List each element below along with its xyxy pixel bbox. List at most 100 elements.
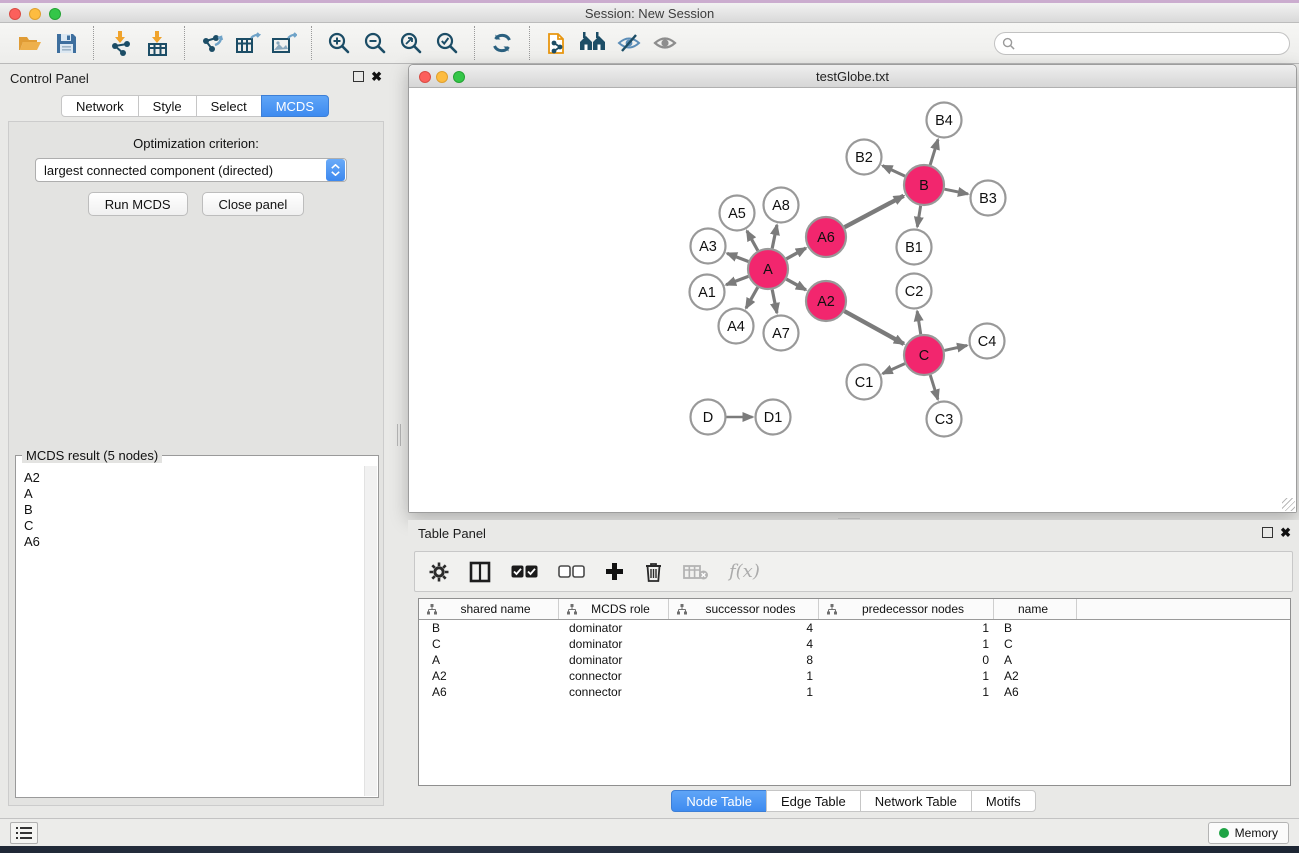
zoom-in-button[interactable]: [321, 26, 357, 60]
mcds-result-item[interactable]: A6: [24, 534, 364, 550]
column-header-MCDS-role[interactable]: MCDS role: [559, 599, 669, 619]
node-B2[interactable]: B2: [847, 140, 882, 175]
zoom-selected-button[interactable]: [429, 26, 465, 60]
edge-C-C2[interactable]: [917, 311, 921, 334]
node-A5[interactable]: A5: [720, 196, 755, 231]
export-network-button[interactable]: [194, 26, 230, 60]
node-B1[interactable]: B1: [897, 230, 932, 265]
mcds-result-item[interactable]: A2: [24, 470, 364, 486]
node-B[interactable]: B: [904, 165, 944, 205]
node-C3[interactable]: C3: [927, 402, 962, 437]
tab-motifs[interactable]: Motifs: [971, 790, 1036, 812]
zoom-fit-button[interactable]: [393, 26, 429, 60]
open-session-button[interactable]: [12, 26, 48, 60]
mcds-result-item[interactable]: B: [24, 502, 364, 518]
node-A[interactable]: A: [748, 249, 788, 289]
select-all-columns-button[interactable]: [511, 557, 538, 587]
task-history-button[interactable]: [10, 822, 38, 844]
close-panel-button[interactable]: Close panel: [202, 192, 305, 216]
node-C1[interactable]: C1: [847, 365, 882, 400]
table-row[interactable]: A2connector11A2: [419, 668, 1290, 684]
mcds-result-item[interactable]: C: [24, 518, 364, 534]
close-table-panel-icon[interactable]: ✖: [1280, 527, 1291, 538]
network-canvas[interactable]: A A1 A2 A3 A4 A5 A6 A7 A8 B B1 B2 B3 B4 C C1 C2 C3 C4 D D1: [409, 88, 1296, 512]
mcds-list-scrollbar[interactable]: [364, 466, 377, 796]
edge-B-B4[interactable]: [930, 140, 938, 165]
column-view-mode-button[interactable]: [469, 557, 491, 587]
edge-A-A4[interactable]: [746, 287, 758, 308]
edge-C-C4[interactable]: [944, 345, 966, 350]
node-table[interactable]: shared nameMCDS rolesuccessor nodesprede…: [418, 598, 1291, 786]
node-B4[interactable]: B4: [927, 103, 962, 138]
mcds-result-list[interactable]: A2ABCA6: [17, 466, 364, 796]
search-field[interactable]: [994, 32, 1290, 55]
node-A7[interactable]: A7: [764, 316, 799, 351]
run-mcds-button[interactable]: Run MCDS: [88, 192, 188, 216]
float-table-panel-icon[interactable]: [1262, 527, 1273, 538]
resize-grip[interactable]: [1282, 498, 1295, 511]
edge-B-B2[interactable]: [883, 166, 905, 176]
node-A8[interactable]: A8: [764, 188, 799, 223]
edge-A-A8[interactable]: [772, 225, 777, 248]
edge-A-A3[interactable]: [727, 253, 748, 261]
zoom-out-button[interactable]: [357, 26, 393, 60]
edge-A-A2[interactable]: [786, 279, 805, 290]
edge-C-C1[interactable]: [883, 364, 905, 374]
edge-A2-C[interactable]: [844, 311, 903, 344]
column-header-successor-nodes[interactable]: successor nodes: [669, 599, 819, 619]
apply-preferred-layout-button[interactable]: [575, 26, 611, 60]
edge-A6-B[interactable]: [845, 196, 904, 227]
table-row[interactable]: Cdominator41C: [419, 636, 1290, 652]
node-A3[interactable]: A3: [691, 229, 726, 264]
column-header-name[interactable]: name: [994, 599, 1077, 619]
tab-network[interactable]: Network: [61, 95, 139, 117]
tab-network-table[interactable]: Network Table: [860, 790, 972, 812]
hide-selected-button[interactable]: [611, 26, 647, 60]
node-A1[interactable]: A1: [690, 275, 725, 310]
edge-A-A7[interactable]: [772, 290, 777, 313]
node-C[interactable]: C: [904, 335, 944, 375]
tab-select[interactable]: Select: [196, 95, 262, 117]
mcds-result-item[interactable]: A: [24, 486, 364, 502]
edge-A-A5[interactable]: [747, 231, 758, 251]
table-row[interactable]: A6connector11A6: [419, 684, 1290, 700]
node-A2[interactable]: A2: [806, 281, 846, 321]
import-table-button[interactable]: [139, 26, 175, 60]
edge-B-B3[interactable]: [945, 189, 968, 194]
deselect-all-columns-button[interactable]: [558, 557, 585, 587]
export-image-button[interactable]: [266, 26, 302, 60]
table-row[interactable]: Bdominator41B: [419, 620, 1290, 636]
table-settings-button[interactable]: [429, 557, 449, 587]
float-panel-icon[interactable]: [353, 71, 364, 82]
edge-A-A1[interactable]: [726, 276, 748, 284]
create-column-button[interactable]: [605, 557, 624, 587]
node-C4[interactable]: C4: [970, 324, 1005, 359]
tab-edge-table[interactable]: Edge Table: [766, 790, 861, 812]
refresh-button[interactable]: [484, 26, 520, 60]
node-D[interactable]: D: [691, 400, 726, 435]
new-network-from-selection-button[interactable]: [539, 26, 575, 60]
edge-A-A6[interactable]: [786, 248, 805, 259]
node-C2[interactable]: C2: [897, 274, 932, 309]
column-header-shared-name[interactable]: shared name: [419, 599, 559, 619]
optimization-criterion-select[interactable]: largest connected component (directed): [35, 158, 347, 182]
save-session-button[interactable]: [48, 26, 84, 60]
export-table-button[interactable]: [230, 26, 266, 60]
tab-style[interactable]: Style: [138, 95, 197, 117]
search-input[interactable]: [1020, 37, 1289, 51]
node-A6[interactable]: A6: [806, 217, 846, 257]
vertical-splitter-handle[interactable]: [394, 424, 403, 446]
import-network-button[interactable]: [103, 26, 139, 60]
table-row[interactable]: Adominator80A: [419, 652, 1290, 668]
delete-column-button[interactable]: [644, 557, 663, 587]
node-A4[interactable]: A4: [719, 309, 754, 344]
close-panel-icon[interactable]: ✖: [371, 71, 382, 82]
tab-mcds[interactable]: MCDS: [261, 95, 329, 117]
edge-C-C3[interactable]: [930, 375, 938, 399]
memory-button[interactable]: Memory: [1208, 822, 1289, 844]
node-D1[interactable]: D1: [756, 400, 791, 435]
show-all-button[interactable]: [647, 26, 683, 60]
tab-node-table[interactable]: Node Table: [671, 790, 767, 812]
edge-B-B1[interactable]: [917, 206, 920, 227]
node-B3[interactable]: B3: [971, 181, 1006, 216]
